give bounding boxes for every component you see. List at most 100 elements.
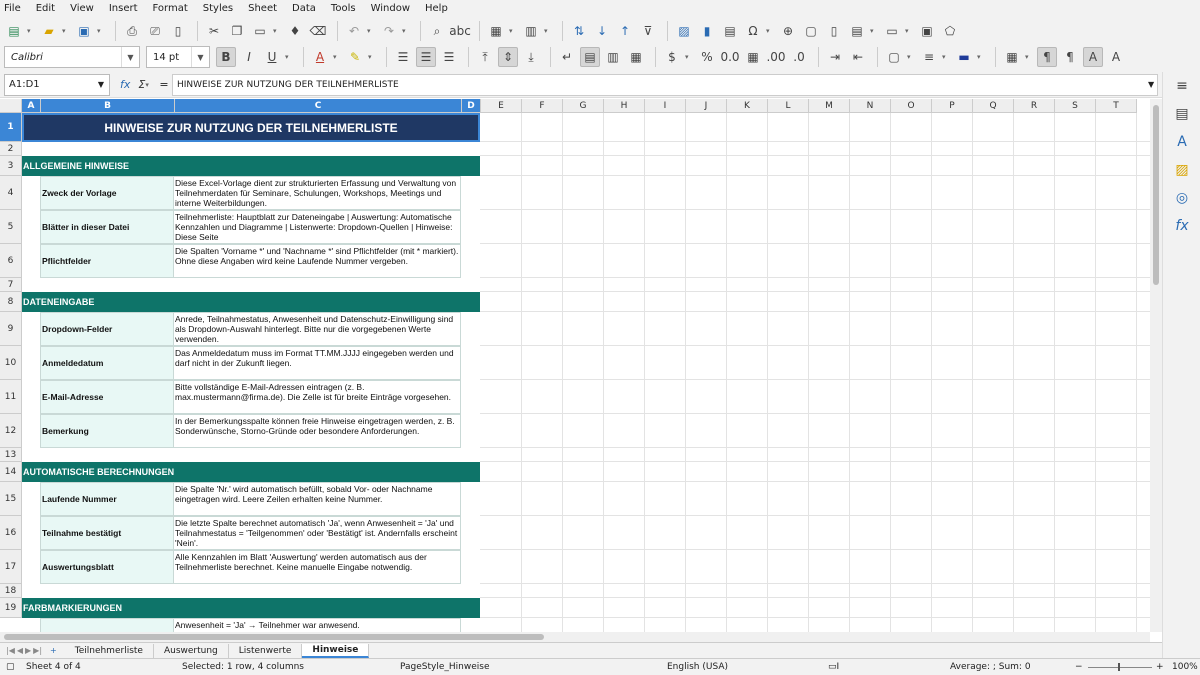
description-cell[interactable]: Anrede, Teilnahmestatus, Anwesenheit und… bbox=[174, 312, 461, 346]
zoom-level[interactable]: 100% bbox=[1172, 662, 1198, 672]
page-style[interactable]: PageStyle_Hinweise bbox=[400, 662, 490, 672]
font-color-icon[interactable]: A bbox=[310, 47, 330, 67]
highlight-dropdown[interactable]: ▾ bbox=[368, 53, 376, 61]
menu-format[interactable]: Format bbox=[153, 3, 188, 14]
description-cell[interactable]: Diese Excel-Vorlage dient zur strukturie… bbox=[174, 176, 461, 210]
tab-teilnehmerliste[interactable]: Teilnehmerliste bbox=[65, 643, 154, 658]
column-header-g[interactable]: G bbox=[563, 99, 604, 113]
add-decimal-icon[interactable]: .00 bbox=[766, 47, 786, 67]
clone-formatting-icon[interactable]: ♦ bbox=[285, 21, 305, 41]
description-cell[interactable]: Teilnehmerliste: Hauptblatt zur Datenein… bbox=[174, 210, 461, 244]
column-header-b[interactable]: B bbox=[41, 99, 175, 113]
undo-icon[interactable]: ↶ bbox=[344, 21, 364, 41]
print-area-dropdown[interactable]: ▾ bbox=[870, 27, 878, 35]
highlight-color-icon[interactable]: ✎ bbox=[345, 47, 365, 67]
column-header-m[interactable]: M bbox=[809, 99, 850, 113]
menu-styles[interactable]: Styles bbox=[203, 3, 233, 14]
description-cell[interactable]: Anwesenheit = 'Ja' → Teilnehmer war anwe… bbox=[174, 618, 461, 632]
conditional-format-icon[interactable]: ▦ bbox=[1002, 47, 1022, 67]
conditional-dropdown[interactable]: ▾ bbox=[1025, 53, 1033, 61]
column-header-s[interactable]: S bbox=[1055, 99, 1096, 113]
text-direction-rtl-icon[interactable]: ¶ bbox=[1060, 47, 1080, 67]
description-cell[interactable]: Alle Kennzahlen im Blatt 'Auswertung' we… bbox=[174, 550, 461, 584]
horizontal-scroll-thumb[interactable] bbox=[4, 634, 544, 640]
properties-icon[interactable]: ▤ bbox=[1163, 100, 1200, 128]
menu-icon[interactable]: ≡ bbox=[1163, 72, 1200, 100]
row-header-15[interactable]: 15 bbox=[0, 482, 22, 516]
row-header-1[interactable]: 1 bbox=[0, 113, 22, 142]
save-icon[interactable]: ▣ bbox=[74, 21, 94, 41]
vertical-scroll-thumb[interactable] bbox=[1153, 105, 1159, 285]
column-header-e[interactable]: E bbox=[481, 99, 522, 113]
row-dropdown[interactable]: ▾ bbox=[509, 27, 517, 35]
add-sheet-icon[interactable]: + bbox=[50, 646, 57, 655]
define-print-area-icon[interactable]: ▤ bbox=[847, 21, 867, 41]
save-dropdown[interactable]: ▾ bbox=[97, 27, 105, 35]
cut-icon[interactable]: ✂ bbox=[204, 21, 224, 41]
spreadsheet-grid[interactable]: HINWEISE ZUR NUTZUNG DER TEILNEHMERLISTE… bbox=[0, 99, 1150, 632]
column-header-f[interactable]: F bbox=[522, 99, 563, 113]
number-format-icon[interactable]: 0.0 bbox=[720, 47, 740, 67]
align-bottom-icon[interactable]: ⤓ bbox=[521, 47, 541, 67]
formula-equals-icon[interactable]: = bbox=[159, 78, 168, 91]
show-draw-functions-icon[interactable]: ⬠ bbox=[940, 21, 960, 41]
column-header-o[interactable]: O bbox=[891, 99, 932, 113]
menu-sheet[interactable]: Sheet bbox=[248, 3, 277, 14]
find-replace-icon[interactable]: ⌕ bbox=[427, 21, 447, 41]
decrease-indent-icon[interactable]: ⇤ bbox=[848, 47, 868, 67]
border-style-icon[interactable]: ≡ bbox=[919, 47, 939, 67]
tab-auswertung[interactable]: Auswertung bbox=[154, 643, 229, 658]
zoom-out-icon[interactable]: − bbox=[1075, 662, 1083, 672]
first-sheet-icon[interactable]: |◀ bbox=[6, 646, 15, 655]
special-character-dropdown[interactable]: ▾ bbox=[766, 27, 774, 35]
align-right-icon[interactable]: ☰ bbox=[439, 47, 459, 67]
paste-dropdown[interactable]: ▾ bbox=[273, 27, 281, 35]
styles-icon[interactable]: A bbox=[1163, 128, 1200, 156]
zoom-slider-handle[interactable] bbox=[1118, 663, 1120, 671]
vertical-scrollbar[interactable] bbox=[1150, 99, 1162, 632]
border-color-dropdown[interactable]: ▾ bbox=[977, 53, 985, 61]
last-sheet-icon[interactable]: ▶| bbox=[33, 646, 42, 655]
menu-file[interactable]: File bbox=[4, 3, 21, 14]
open-dropdown[interactable]: ▾ bbox=[62, 27, 70, 35]
description-cell[interactable]: In der Bemerkungsspalte können freie Hin… bbox=[174, 414, 461, 448]
label-cell[interactable]: Auswertungsblatt bbox=[40, 550, 174, 584]
section-header[interactable]: ALLGEMEINE HINWEISE bbox=[22, 156, 480, 176]
vertical-text-icon[interactable]: A bbox=[1083, 47, 1103, 67]
date-format-icon[interactable]: ▦ bbox=[743, 47, 763, 67]
description-cell[interactable]: Die letzte Spalte berechnet automatisch … bbox=[174, 516, 461, 550]
merge-cells-icon[interactable]: ▥ bbox=[603, 47, 623, 67]
navigator-icon[interactable]: ◎ bbox=[1163, 184, 1200, 212]
text-direction-ltr-icon[interactable]: ¶ bbox=[1037, 47, 1057, 67]
clear-formatting-icon[interactable]: ⌫ bbox=[308, 21, 328, 41]
name-box[interactable]: A1:D1 ▼ bbox=[4, 73, 110, 96]
row-icon[interactable]: ▦ bbox=[486, 21, 506, 41]
currency-dropdown[interactable]: ▾ bbox=[685, 53, 693, 61]
label-cell[interactable]: Bemerkung bbox=[40, 414, 174, 448]
label-cell[interactable]: Pflichtfelder bbox=[40, 244, 174, 278]
select-all-corner[interactable] bbox=[0, 99, 22, 113]
column-header-r[interactable]: R bbox=[1014, 99, 1055, 113]
menu-edit[interactable]: Edit bbox=[36, 3, 55, 14]
print-preview-icon[interactable]: ▯ bbox=[168, 21, 188, 41]
underline-icon[interactable]: U bbox=[262, 47, 282, 67]
label-cell[interactable]: Teilnahme bestätigt bbox=[40, 516, 174, 550]
column-dropdown[interactable]: ▾ bbox=[544, 27, 552, 35]
border-color-icon[interactable]: ▬ bbox=[954, 47, 974, 67]
sum-icon[interactable]: Σ bbox=[138, 78, 145, 91]
selection-mode-icon[interactable]: ▭I bbox=[828, 662, 839, 672]
redo-dropdown[interactable]: ▾ bbox=[402, 27, 410, 35]
menu-view[interactable]: View bbox=[70, 3, 94, 14]
row-header-10[interactable]: 10 bbox=[0, 346, 22, 380]
redo-icon[interactable]: ↷ bbox=[379, 21, 399, 41]
pivot-table-icon[interactable]: ▤ bbox=[720, 21, 740, 41]
sum-dropdown[interactable]: ▾ bbox=[145, 81, 153, 89]
menu-window[interactable]: Window bbox=[371, 3, 410, 14]
label-cell[interactable]: Blätter in dieser Datei bbox=[40, 210, 174, 244]
chevron-down-icon[interactable]: ▼ bbox=[191, 47, 209, 67]
column-header-c[interactable]: C bbox=[175, 99, 462, 113]
row-header-6[interactable]: 6 bbox=[0, 244, 22, 278]
wrap-text-icon[interactable]: ↵ bbox=[557, 47, 577, 67]
print-icon[interactable]: ⎚ bbox=[145, 21, 165, 41]
undo-dropdown[interactable]: ▾ bbox=[367, 27, 375, 35]
